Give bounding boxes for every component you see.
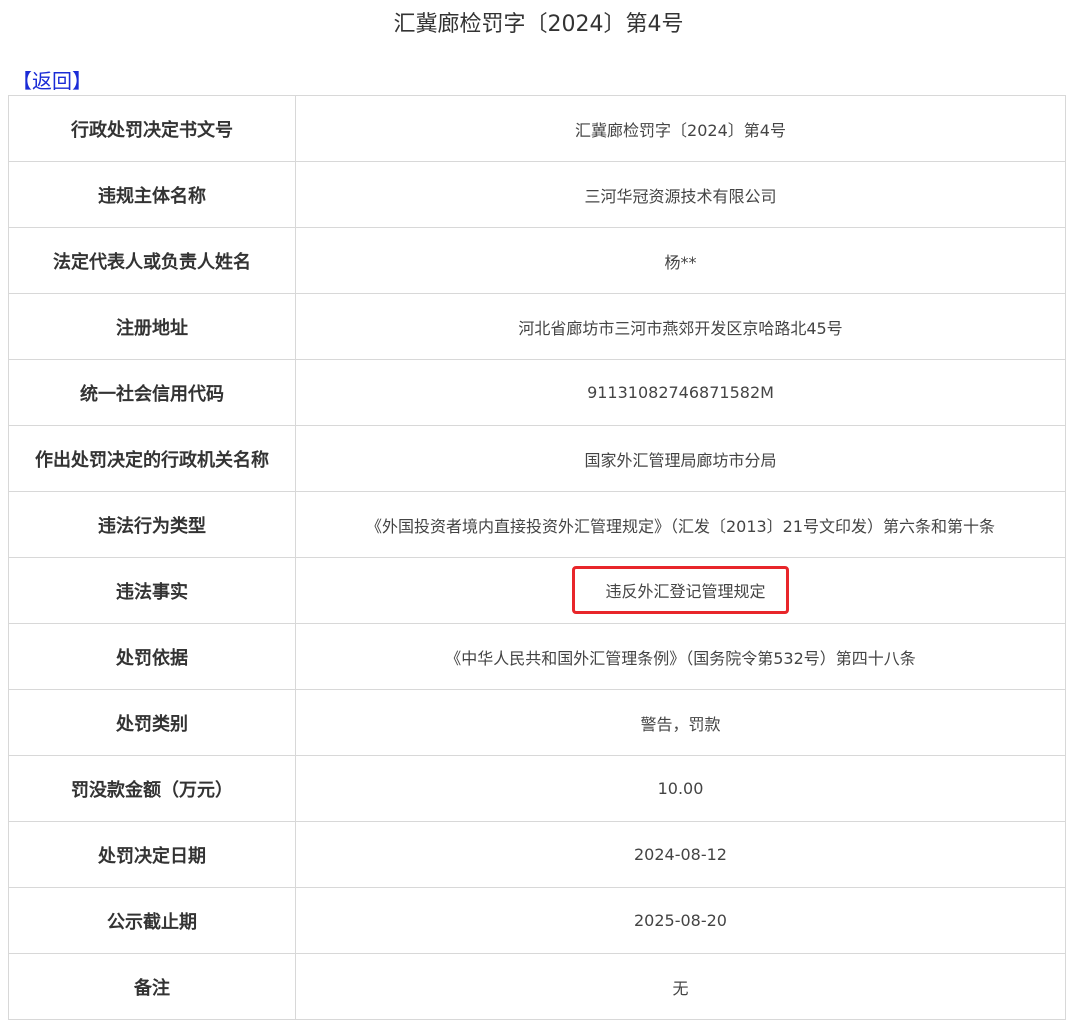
row-label: 违法事实	[8, 557, 296, 624]
row-label: 处罚依据	[8, 623, 296, 690]
back-link-close-bracket: 】	[72, 69, 92, 93]
table-row-violation-type: 违法行为类型 《外国投资者境内直接投资外汇管理规定》（汇发〔2013〕21号文印…	[8, 491, 1066, 558]
row-label: 处罚决定日期	[8, 821, 296, 888]
row-value: 《外国投资者境内直接投资外汇管理规定》（汇发〔2013〕21号文印发）第六条和第…	[295, 491, 1066, 558]
row-value: 《中华人民共和国外汇管理条例》（国务院令第532号）第四十八条	[295, 623, 1066, 690]
table-row-remarks: 备注 无	[8, 953, 1066, 1020]
row-value: 2025-08-20	[295, 887, 1066, 954]
table-row-penalty-category: 处罚类别 警告，罚款	[8, 689, 1066, 756]
row-value: 10.00	[295, 755, 1066, 822]
table-row-legal-representative: 法定代表人或负责人姓名 杨**	[8, 227, 1066, 294]
table-row-credit-code: 统一社会信用代码 91131082746871582M	[8, 359, 1066, 426]
row-label: 行政处罚决定书文号	[8, 95, 296, 162]
row-label: 法定代表人或负责人姓名	[8, 227, 296, 294]
table-row-decision-date: 处罚决定日期 2024-08-12	[8, 821, 1066, 888]
row-value: 警告，罚款	[295, 689, 1066, 756]
table-row-violation-facts: 违法事实 违反外汇登记管理规定	[8, 557, 1066, 624]
row-label: 处罚类别	[8, 689, 296, 756]
back-link[interactable]: 【返回】	[12, 68, 92, 94]
table-row-publicity-deadline: 公示截止期 2025-08-20	[8, 887, 1066, 954]
table-row-penalty-basis: 处罚依据 《中华人民共和国外汇管理条例》（国务院令第532号）第四十八条	[8, 623, 1066, 690]
row-value: 违反外汇登记管理规定	[295, 557, 1066, 624]
table-row-fine-amount: 罚没款金额（万元） 10.00	[8, 755, 1066, 822]
row-label: 违法行为类型	[8, 491, 296, 558]
row-value: 无	[295, 953, 1066, 1020]
row-value: 三河华冠资源技术有限公司	[295, 161, 1066, 228]
table-row-registered-address: 注册地址 河北省廊坊市三河市燕郊开发区京哈路北45号	[8, 293, 1066, 360]
back-link-open-bracket: 【	[12, 69, 32, 93]
table-row-violator-name: 违规主体名称 三河华冠资源技术有限公司	[8, 161, 1066, 228]
penalty-info-table: 行政处罚决定书文号 汇冀廊检罚字〔2024〕第4号 违规主体名称 三河华冠资源技…	[8, 95, 1066, 1020]
table-row-document-number: 行政处罚决定书文号 汇冀廊检罚字〔2024〕第4号	[8, 95, 1066, 162]
row-label: 注册地址	[8, 293, 296, 360]
page-title: 汇冀廊检罚字〔2024〕第4号	[393, 12, 684, 37]
highlight-box: 违反外汇登记管理规定	[572, 565, 789, 614]
row-value: 2024-08-12	[295, 821, 1066, 888]
row-value: 杨**	[295, 227, 1066, 294]
row-label: 统一社会信用代码	[8, 359, 296, 426]
row-value: 91131082746871582M	[295, 359, 1066, 426]
table-row-authority-name: 作出处罚决定的行政机关名称 国家外汇管理局廊坊市分局	[8, 425, 1066, 492]
back-link-label: 返回	[32, 69, 72, 93]
row-label: 作出处罚决定的行政机关名称	[8, 425, 296, 492]
row-value: 汇冀廊检罚字〔2024〕第4号	[295, 95, 1066, 162]
row-label: 公示截止期	[8, 887, 296, 954]
row-label: 备注	[8, 953, 296, 1020]
row-label: 罚没款金额（万元）	[8, 755, 296, 822]
row-label: 违规主体名称	[8, 161, 296, 228]
row-value: 国家外汇管理局廊坊市分局	[295, 425, 1066, 492]
row-value: 河北省廊坊市三河市燕郊开发区京哈路北45号	[295, 293, 1066, 360]
